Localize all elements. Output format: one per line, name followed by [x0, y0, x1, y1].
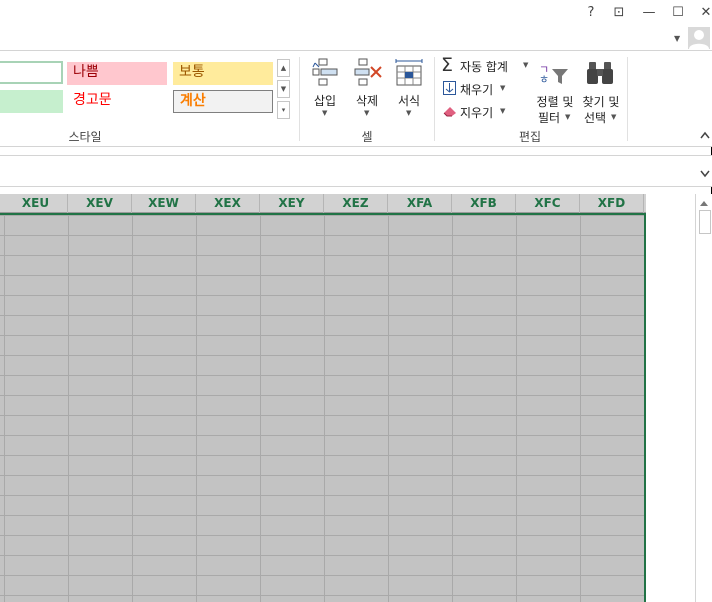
delete-cells-icon: [353, 57, 383, 90]
clear-button[interactable]: 지우기 ▼: [441, 102, 511, 122]
sigma-icon: Σ: [441, 54, 454, 76]
insert-button[interactable]: 삽입 ▼: [305, 55, 345, 121]
format-dropdown-icon: ▼: [406, 109, 412, 117]
formula-bar[interactable]: [0, 155, 712, 187]
insert-dropdown-icon: ▼: [322, 109, 328, 117]
scroll-up-icon[interactable]: [699, 196, 709, 210]
column-header-row: XEU XEV XEW XEX XEY XEZ XFA XFB XFC XFD: [0, 194, 646, 213]
style-neutral[interactable]: 보통: [173, 62, 273, 85]
vertical-scrollbar[interactable]: [695, 194, 712, 602]
cell-grid-selected[interactable]: [0, 213, 646, 602]
style-calculation[interactable]: 계산: [173, 90, 273, 113]
style-warning-text[interactable]: 경고문: [67, 90, 167, 113]
editing-group-label: 편집: [518, 130, 542, 144]
group-separator: [299, 57, 300, 141]
ribbon-display-options-icon[interactable]: ⊡: [606, 2, 632, 24]
column-header[interactable]: XEV: [68, 194, 132, 213]
style-bad[interactable]: 나쁨: [67, 62, 167, 85]
insert-label: 삽입: [313, 94, 337, 108]
insert-cells-icon: [311, 57, 339, 90]
styles-group-label: 스타일: [68, 130, 102, 144]
format-label: 서식: [397, 94, 421, 108]
column-header[interactable]: XFC: [516, 194, 580, 213]
gallery-more-icon[interactable]: ▾: [277, 101, 290, 119]
help-icon[interactable]: ?: [578, 2, 604, 24]
eraser-icon: [443, 105, 457, 120]
ribbon: 나쁨 보통 경고문 계산 ▲ ▼ ▾ 스타일 삽입 ▼ 삭제 ▼ 서식 ▼ 셀 …: [0, 51, 712, 147]
column-header[interactable]: XEX: [196, 194, 260, 213]
autosum-button[interactable]: Σ 자동 합계 ▼: [441, 54, 531, 76]
delete-label: 삭제: [355, 94, 379, 108]
account-dropdown-icon[interactable]: ▼: [674, 34, 680, 43]
sort-filter-button[interactable]: ㄱ ㅎ 정렬 및 필터 ▼: [532, 55, 578, 125]
sort-filter-icon: ㄱ ㅎ: [538, 59, 570, 90]
column-header[interactable]: XFA: [388, 194, 452, 213]
sort-filter-dropdown-icon: ▼: [565, 113, 571, 121]
group-separator: [627, 57, 628, 141]
delete-button[interactable]: 삭제 ▼: [347, 55, 387, 121]
column-header[interactable]: XFD: [580, 194, 644, 213]
minimize-icon[interactable]: —: [636, 2, 662, 24]
autosum-label: 자동 합계: [460, 60, 508, 74]
column-header[interactable]: XEU: [4, 194, 68, 213]
expand-formula-bar-icon[interactable]: [700, 167, 710, 181]
delete-dropdown-icon: ▼: [364, 109, 370, 117]
column-header[interactable]: XEY: [260, 194, 324, 213]
fill-dropdown-icon: ▼: [500, 84, 506, 92]
svg-text:ㅎ: ㅎ: [539, 73, 549, 86]
scroll-thumb[interactable]: [699, 210, 711, 234]
binoculars-icon: [586, 58, 614, 89]
fill-label: 채우기: [460, 83, 494, 97]
maximize-icon[interactable]: ☐: [665, 2, 691, 24]
fill-button[interactable]: 채우기 ▼: [441, 79, 511, 99]
find-select-dropdown-icon: ▼: [611, 113, 617, 121]
clear-dropdown-icon: ▼: [500, 107, 506, 115]
find-select-button[interactable]: 찾기 및 선택 ▼: [578, 55, 624, 125]
sort-filter-label-2: 필터: [538, 111, 561, 125]
gallery-scroll-up-icon[interactable]: ▲: [277, 59, 290, 77]
collapse-ribbon-icon[interactable]: [700, 129, 710, 142]
format-cells-icon: [394, 57, 424, 90]
style-good[interactable]: [0, 90, 63, 113]
group-separator: [434, 57, 435, 141]
find-select-label-2: 선택: [584, 111, 607, 125]
clear-label: 지우기: [460, 106, 494, 120]
title-bar: ? ⊡ — ☐ ✕: [0, 0, 712, 26]
sort-filter-label-1: 정렬 및: [536, 95, 574, 109]
column-header[interactable]: XEZ: [324, 194, 388, 213]
avatar[interactable]: [688, 27, 710, 49]
style-normal[interactable]: [0, 61, 63, 84]
close-icon[interactable]: ✕: [693, 2, 712, 24]
column-header[interactable]: XFB: [452, 194, 516, 213]
fill-down-icon: [443, 81, 456, 95]
column-header[interactable]: XEW: [132, 194, 196, 213]
autosum-dropdown-icon: ▼: [523, 61, 529, 69]
account-row: ▼: [0, 26, 712, 50]
gallery-scroll-down-icon[interactable]: ▼: [277, 80, 290, 98]
cells-group-label: 셀: [361, 130, 373, 144]
find-select-label-1: 찾기 및: [582, 95, 620, 109]
format-button[interactable]: 서식 ▼: [389, 55, 429, 121]
